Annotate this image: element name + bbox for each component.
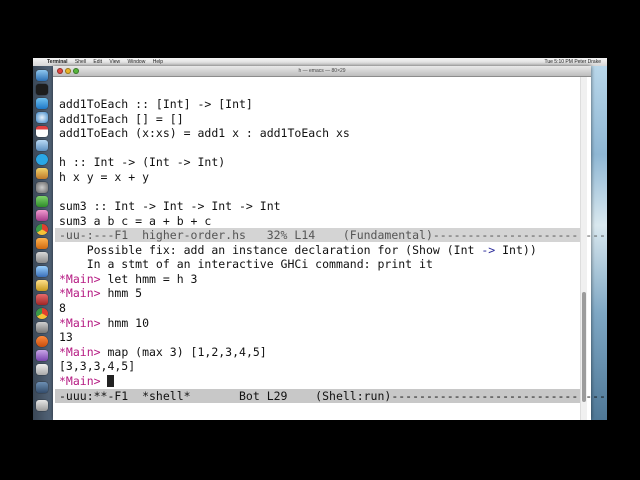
app-icon[interactable] <box>36 294 48 305</box>
chrome-icon[interactable] <box>36 224 48 235</box>
bottom-mode-line[interactable]: -uuu:**-F1 *shell* Bot L29 (Shell:run)--… <box>55 389 607 403</box>
app-icon[interactable] <box>36 252 48 263</box>
title-bar[interactable]: h — emacs — 80×29 <box>53 66 591 77</box>
error-text: Possible fix: add an instance declaratio… <box>59 242 482 257</box>
app-icon[interactable] <box>36 322 48 333</box>
screen: Terminal Shell Edit View Window Help Tue… <box>33 58 607 420</box>
skype-icon[interactable] <box>36 154 48 165</box>
code-line[interactable]: h x y = x + y <box>59 170 149 185</box>
shell-command[interactable]: hmm 10 <box>101 316 149 330</box>
finder-icon[interactable] <box>36 70 48 81</box>
shell-command-line[interactable]: *Main> hmm 5 <box>59 286 142 301</box>
ghci-prompt: *Main> <box>59 344 101 359</box>
code-line[interactable]: add1ToEach :: [Int] -> [Int] <box>59 97 253 112</box>
error-text: Int)) <box>495 242 537 257</box>
shell-command-line[interactable]: *Main> hmm 10 <box>59 316 149 331</box>
app-icon[interactable] <box>36 266 48 277</box>
shell-input-line[interactable]: *Main> <box>59 374 115 389</box>
app-icon[interactable] <box>36 280 48 291</box>
menu-extras: Tue 5:10 PM Peter Drake <box>544 58 601 66</box>
ghci-prompt: *Main> <box>59 286 101 301</box>
mail-icon[interactable] <box>36 140 48 151</box>
chat-icon[interactable] <box>36 196 48 207</box>
shell-error-line: In a stmt of an interactive GHCi command… <box>59 257 433 272</box>
app-icon[interactable] <box>36 238 48 249</box>
app-store-icon[interactable] <box>36 98 48 109</box>
preferences-icon[interactable] <box>36 182 48 193</box>
app-icon[interactable] <box>36 308 48 319</box>
user-name[interactable]: Peter Drake <box>574 59 601 65</box>
shell-command[interactable]: let hmm = h 3 <box>101 272 197 286</box>
scrollbar-thumb[interactable] <box>582 292 586 402</box>
shell-command[interactable]: hmm 5 <box>101 286 142 300</box>
menu-terminal[interactable]: Terminal <box>47 59 67 65</box>
window-title: h — emacs — 80×29 <box>298 68 346 74</box>
app-icon[interactable] <box>36 364 48 375</box>
shell-command[interactable] <box>101 374 108 388</box>
shell-output-line: 8 <box>59 301 66 315</box>
menu-items: Terminal Shell Edit View Window Help <box>47 58 169 66</box>
calendar-icon[interactable] <box>36 126 48 137</box>
ghci-prompt: *Main> <box>59 315 101 330</box>
code-line[interactable]: sum3 a b c = a + b + c <box>59 214 211 229</box>
menu-help[interactable]: Help <box>153 59 163 65</box>
menu-window[interactable]: Window <box>128 59 146 65</box>
shell-output-line: 13 <box>59 330 73 345</box>
text-cursor <box>107 375 115 387</box>
shell-error-line: Possible fix: add an instance declaratio… <box>59 243 537 258</box>
code-line[interactable]: h :: Int -> (Int -> Int) <box>59 155 225 170</box>
trash-icon[interactable] <box>36 400 48 411</box>
menu-view[interactable]: View <box>109 59 120 65</box>
code-line[interactable]: add1ToEach (x:xs) = add1 x : add1ToEach … <box>59 126 350 141</box>
app-icon[interactable] <box>36 350 48 361</box>
shell-command-line[interactable]: *Main> let hmm = h 3 <box>59 272 197 287</box>
menu-edit[interactable]: Edit <box>93 59 102 65</box>
menu-shell[interactable]: Shell <box>75 59 86 65</box>
dock <box>33 66 54 420</box>
scrollbar[interactable] <box>580 77 587 420</box>
shell-command-line[interactable]: *Main> map (max 3) [1,2,3,4,5] <box>59 345 267 360</box>
desktop-background <box>591 66 607 420</box>
app-icon[interactable] <box>36 336 48 347</box>
ghci-prompt: *Main> <box>59 374 101 388</box>
downloads-icon[interactable] <box>36 382 48 393</box>
code-line[interactable]: sum3 :: Int -> Int -> Int -> Int <box>59 199 281 214</box>
top-mode-line[interactable]: -uu-:---F1 higher-order.hs 32% L14 (Fund… <box>55 228 607 242</box>
photo-icon[interactable] <box>36 168 48 179</box>
shell-command[interactable]: map (max 3) [1,2,3,4,5] <box>101 345 266 359</box>
ghci-prompt: *Main> <box>59 271 101 286</box>
editor-area[interactable]: add1ToEach :: [Int] -> [Int] add1ToEach … <box>55 77 607 420</box>
safari-icon[interactable] <box>36 112 48 123</box>
terminal-icon[interactable] <box>36 84 48 95</box>
shell-output-line: [3,3,3,4,5] <box>59 359 136 374</box>
emacs-window: h — emacs — 80×29 add1ToEach :: [Int] ->… <box>53 66 607 420</box>
music-icon[interactable] <box>36 210 48 221</box>
clock[interactable]: Tue 5:10 PM <box>544 59 572 65</box>
error-arrow: -> <box>481 242 496 257</box>
code-line[interactable]: add1ToEach [] = [] <box>59 112 184 127</box>
